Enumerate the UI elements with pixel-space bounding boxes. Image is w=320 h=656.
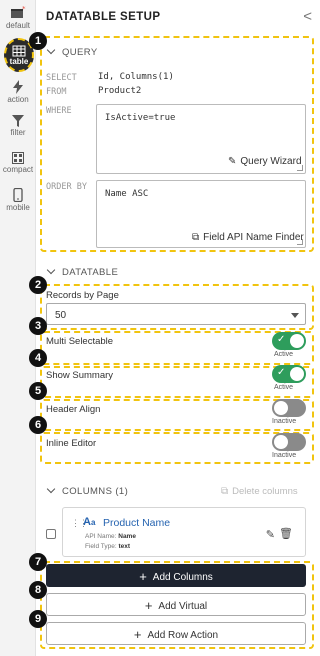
api-name-value: Name [118, 533, 136, 540]
rail-label-table: table [9, 57, 29, 66]
step-badge-8: 8 [29, 581, 47, 599]
field-type-label: Field Type: [85, 543, 117, 550]
trash-icon[interactable]: 🗑 [279, 527, 293, 540]
copy-icon: ⧉ [221, 486, 229, 497]
field-type-line: Field Type: text [85, 543, 130, 550]
field-type-value: text [118, 543, 131, 550]
api-name-label: API Name: [85, 533, 117, 540]
select-value: Id, Columns(1) [98, 72, 174, 82]
svg-text:*: * [22, 6, 26, 13]
step-badge-3: 3 [29, 317, 47, 335]
rail-label-default: default [5, 21, 31, 30]
filter-icon [12, 115, 24, 127]
column-name[interactable]: Product Name [103, 517, 170, 529]
rail-item-compact[interactable]: compact [0, 152, 36, 174]
multi-selectable-status: Active [274, 351, 294, 358]
multi-selectable-toggle[interactable]: ✓ [272, 332, 306, 350]
toggle-knob [274, 401, 288, 415]
rail-label-filter: filter [10, 128, 26, 137]
query-section-header[interactable]: QUERY [46, 45, 98, 58]
where-label: WHERE [46, 106, 72, 116]
step-badge-5: 5 [29, 382, 47, 400]
rail-label-mobile: mobile [6, 203, 30, 212]
step-badge-6: 6 [29, 416, 47, 434]
query-wizard-button[interactable]: ✎ Query Wizard [228, 156, 302, 167]
query-wizard-label: Query Wizard [240, 156, 302, 167]
magic-wand-icon: ✎ [228, 156, 237, 167]
plus-icon: + [144, 598, 153, 613]
panel-title: DATATABLE SETUP [46, 11, 161, 23]
multi-selectable-label: Multi Selectable [46, 336, 114, 347]
field-api-finder-label: Field API Name Finder [203, 232, 304, 243]
field-api-finder-button[interactable]: ⧉ Field API Name Finder [192, 232, 304, 243]
records-label: Records by Page [46, 290, 119, 301]
chevron-down-icon [46, 484, 56, 494]
add-columns-button[interactable]: + Add Columns [46, 564, 306, 587]
mobile-icon [13, 188, 23, 202]
inline-editor-status: Inactive [272, 452, 297, 459]
orderby-value: Name ASC [105, 189, 149, 199]
toggle-knob [290, 334, 304, 348]
records-value: 50 [55, 310, 67, 321]
datatable-heading: DATATABLE [62, 267, 119, 278]
default-icon: * [11, 6, 26, 18]
show-summary-status: Active [274, 384, 294, 391]
add-row-action-label: Add Row Action [147, 630, 219, 641]
collapse-panel-icon[interactable]: < [303, 8, 312, 25]
add-columns-label: Add Columns [152, 572, 213, 583]
check-icon: ✓ [277, 334, 286, 345]
edit-pencil-icon[interactable]: ✎ [266, 528, 275, 541]
rail-label-compact: compact [2, 165, 34, 174]
rail-item-filter[interactable]: filter [0, 115, 36, 137]
lightning-icon [13, 80, 23, 94]
step-badge-9: 9 [29, 610, 47, 628]
step-badge-1: 1 [29, 32, 47, 50]
add-virtual-label: Add Virtual [158, 601, 208, 612]
inline-editor-toggle[interactable] [272, 433, 306, 451]
inline-editor-label: Inline Editor [46, 438, 97, 449]
compact-icon [12, 152, 24, 164]
add-row-action-button[interactable]: + Add Row Action [46, 622, 306, 645]
rail-item-mobile[interactable]: mobile [0, 188, 36, 212]
delete-columns-button[interactable]: ⧉ Delete columns [221, 486, 298, 497]
select-label: SELECT [46, 73, 77, 83]
column-card[interactable]: ⋮⋮ Aa Product Name API Name: Name Field … [62, 507, 306, 557]
rail-label-action: action [7, 95, 29, 104]
plus-icon: + [133, 627, 142, 642]
panel-header: DATATABLE SETUP < [36, 0, 318, 34]
show-summary-toggle[interactable]: ✓ [272, 365, 306, 383]
table-icon [12, 45, 26, 57]
text-field-icon: Aa [83, 516, 96, 528]
plus-icon: + [139, 569, 147, 584]
header-align-status: Inactive [272, 418, 297, 425]
add-virtual-button[interactable]: + Add Virtual [46, 593, 306, 616]
rail-item-action[interactable]: action [0, 80, 36, 104]
step-badge-7: 7 [29, 553, 47, 571]
from-label: FROM [46, 87, 67, 97]
field-finder-icon: ⧉ [192, 232, 200, 243]
columns-section-header[interactable]: COLUMNS (1) [46, 484, 129, 497]
columns-heading: COLUMNS (1) [62, 486, 129, 497]
chevron-down-icon [46, 45, 56, 55]
header-align-label: Header Align [46, 404, 101, 415]
delete-columns-label: Delete columns [232, 486, 298, 497]
header-align-toggle[interactable] [272, 399, 306, 417]
from-value: Product2 [98, 86, 142, 96]
show-summary-label: Show Summary [46, 370, 114, 381]
step-badge-4: 4 [29, 349, 47, 367]
chevron-down-icon [46, 265, 56, 275]
api-name-line: API Name: Name [85, 533, 136, 540]
column-select-checkbox[interactable] [46, 529, 56, 539]
dropdown-arrow-icon [291, 313, 299, 318]
records-per-page-select[interactable]: 50 [46, 303, 306, 325]
check-icon: ✓ [277, 367, 286, 378]
rail-item-default[interactable]: * default [0, 6, 36, 30]
datatable-section-header[interactable]: DATATABLE [46, 265, 119, 278]
query-heading: QUERY [62, 47, 98, 58]
where-value: IsActive=true [105, 113, 176, 123]
step-badge-2: 2 [29, 276, 47, 294]
orderby-label: ORDER BY [46, 182, 87, 192]
toggle-knob [274, 435, 288, 449]
toggle-knob [290, 367, 304, 381]
